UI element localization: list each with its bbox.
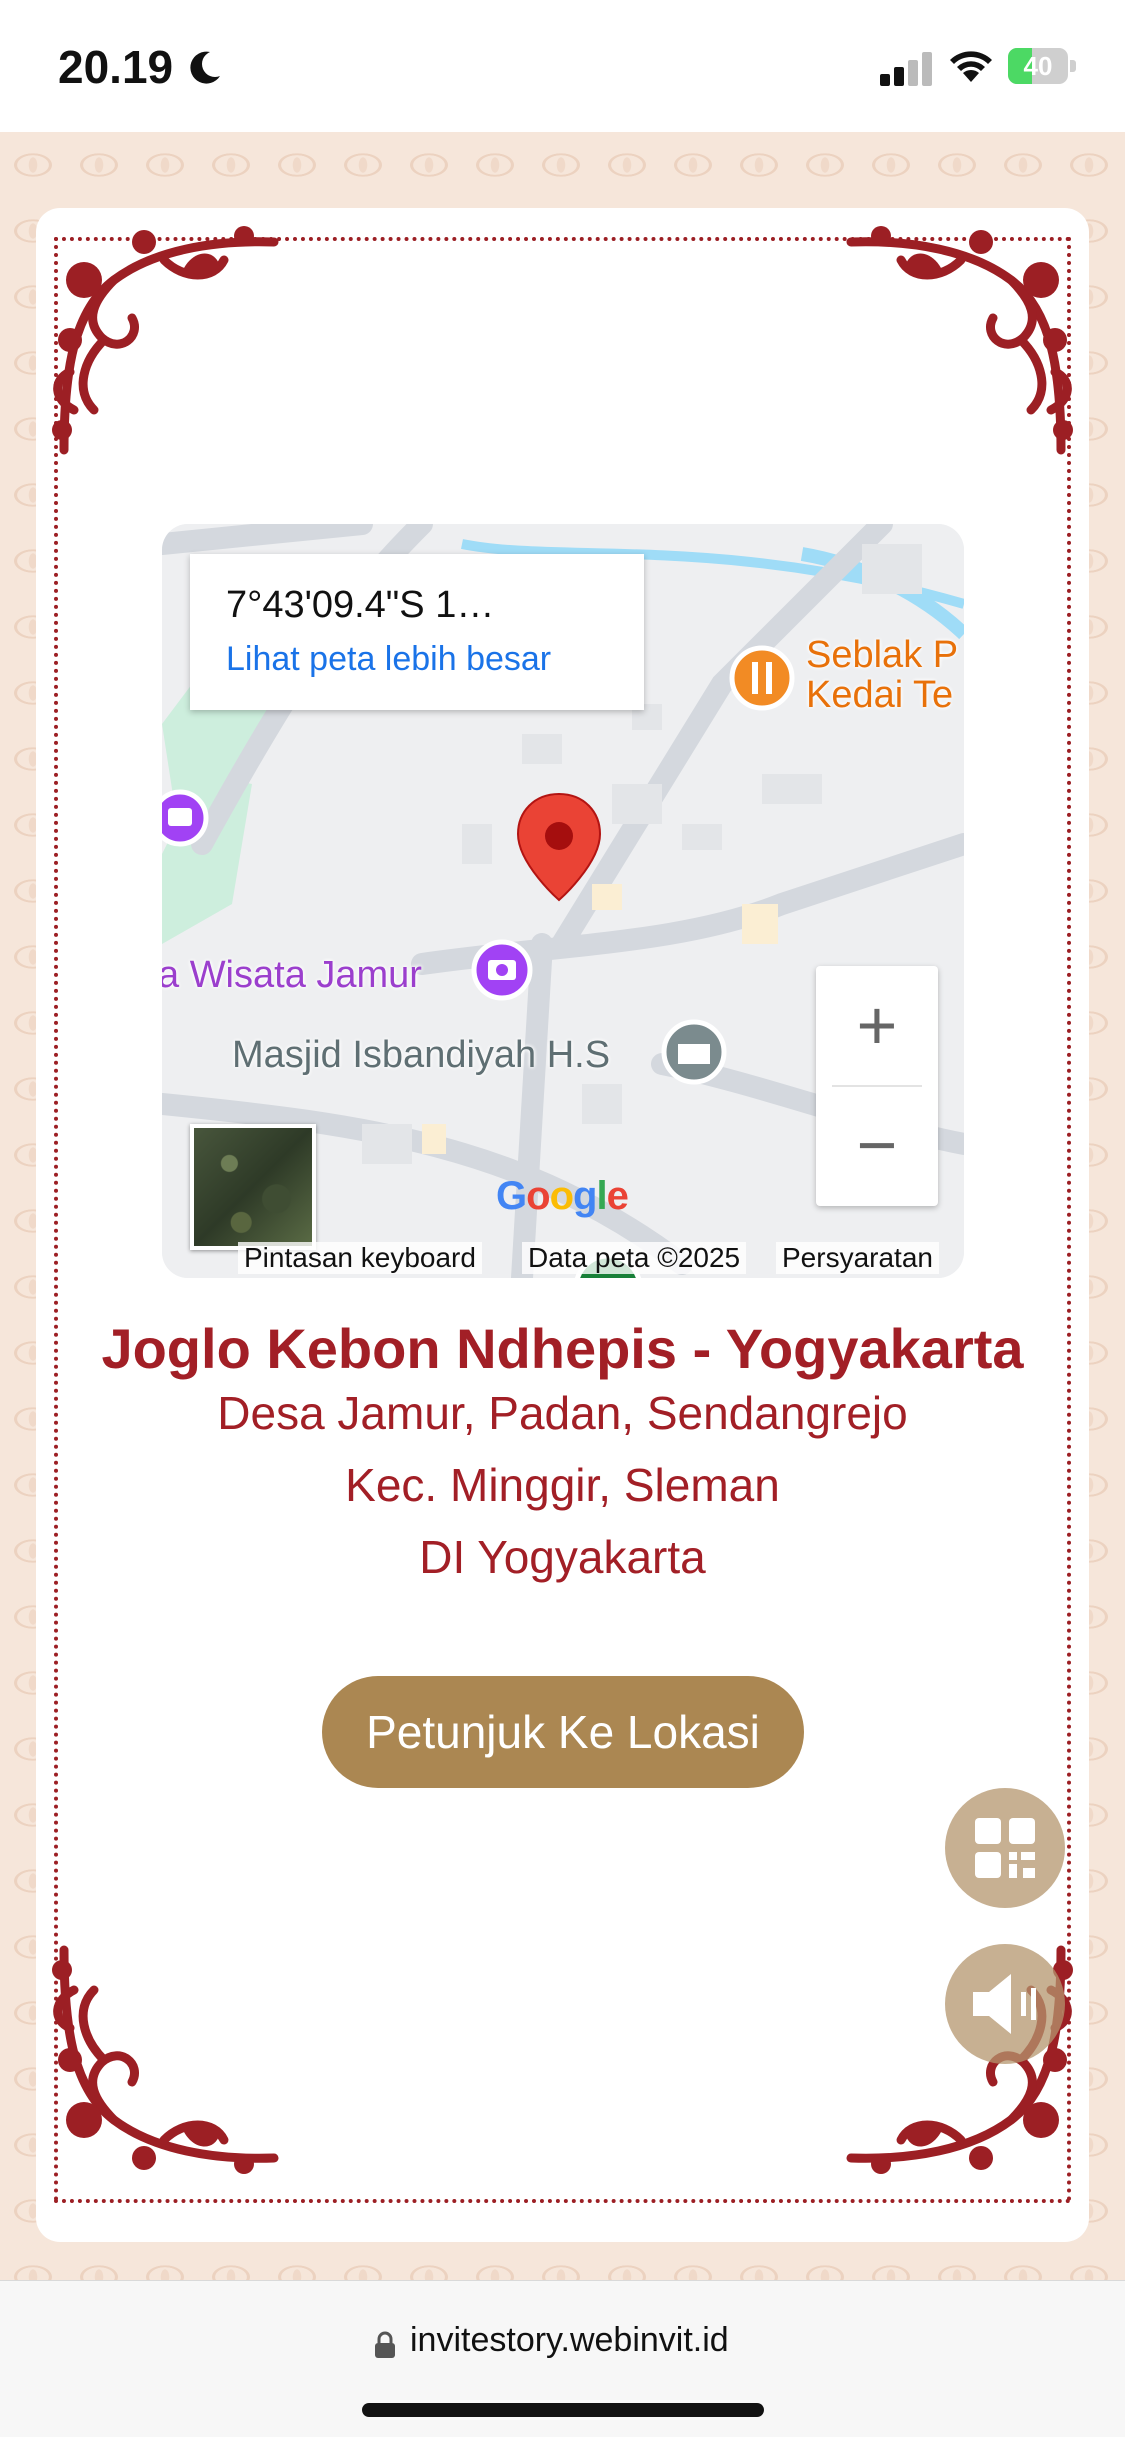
lock-icon [375, 2331, 395, 2358]
home-indicator[interactable] [362, 2403, 764, 2417]
map-place-label[interactable]: Masjid Isbandiyah H.S [232, 1034, 610, 1077]
corner-ornament-icon [846, 226, 1073, 455]
satellite-view-toggle[interactable] [190, 1124, 316, 1250]
venue-name: Joglo Kebon Ndhepis - Yogyakarta [101, 1317, 1024, 1380]
page-background: Seblak P Kedai Te a Wisata Jamur Masjid … [0, 132, 1125, 2280]
map-attribution: Pintasan keyboard Data peta ©2025 Persya… [162, 1240, 964, 1278]
map-coordinates: 7°43'09.4"S 1… [226, 584, 495, 626]
map-place-label[interactable]: a Wisata Jamur [162, 954, 422, 997]
map-info-card: 7°43'09.4"S 1… Lihat peta lebih besar [190, 554, 644, 710]
venue-address-line: DI Yogyakarta [419, 1531, 706, 1583]
audio-toggle-button[interactable] [945, 1944, 1065, 2064]
view-larger-map-link[interactable]: Lihat peta lebih besar [226, 640, 551, 679]
browser-address-bar[interactable]: invitestory.webinvit.id [0, 2280, 1125, 2437]
battery-icon: 40 [1008, 48, 1080, 86]
corner-ornament-icon [52, 226, 279, 455]
corner-ornament-icon [52, 1945, 279, 2174]
battery-level: 40 [1023, 51, 1053, 81]
zoom-controls: + − [816, 966, 938, 1206]
status-time: 20.19 [58, 41, 174, 93]
map-place-label[interactable]: Seblak P [806, 634, 958, 677]
signal-icon [880, 52, 932, 86]
wifi-icon [950, 51, 992, 82]
speaker-icon [973, 1974, 1036, 2034]
keyboard-shortcuts-link[interactable]: Pintasan keyboard [238, 1242, 482, 1274]
terms-link[interactable]: Persyaratan [776, 1242, 939, 1274]
map-place-label[interactable]: Kedai Te [806, 674, 953, 717]
zoom-out-button[interactable]: − [816, 1086, 938, 1204]
venue-address-line: Kec. Minggir, Sleman [345, 1459, 780, 1511]
url-text[interactable]: invitestory.webinvit.id [410, 2321, 729, 2360]
venue-address-line: Desa Jamur, Padan, Sendangrejo [217, 1387, 908, 1439]
directions-button[interactable]: Petunjuk Ke Lokasi [322, 1676, 804, 1788]
qr-code-button[interactable] [945, 1788, 1065, 1908]
location-card: Seblak P Kedai Te a Wisata Jamur Masjid … [36, 208, 1089, 2242]
google-logo: Google [496, 1174, 629, 1218]
qr-code-icon [975, 1818, 1035, 1878]
zoom-in-button[interactable]: + [816, 966, 938, 1084]
embedded-map[interactable]: Seblak P Kedai Te a Wisata Jamur Masjid … [162, 524, 964, 1278]
status-bar: 20.19 40 [0, 0, 1125, 132]
map-data-credit: Data peta ©2025 [522, 1242, 747, 1274]
moon-icon [190, 51, 220, 84]
